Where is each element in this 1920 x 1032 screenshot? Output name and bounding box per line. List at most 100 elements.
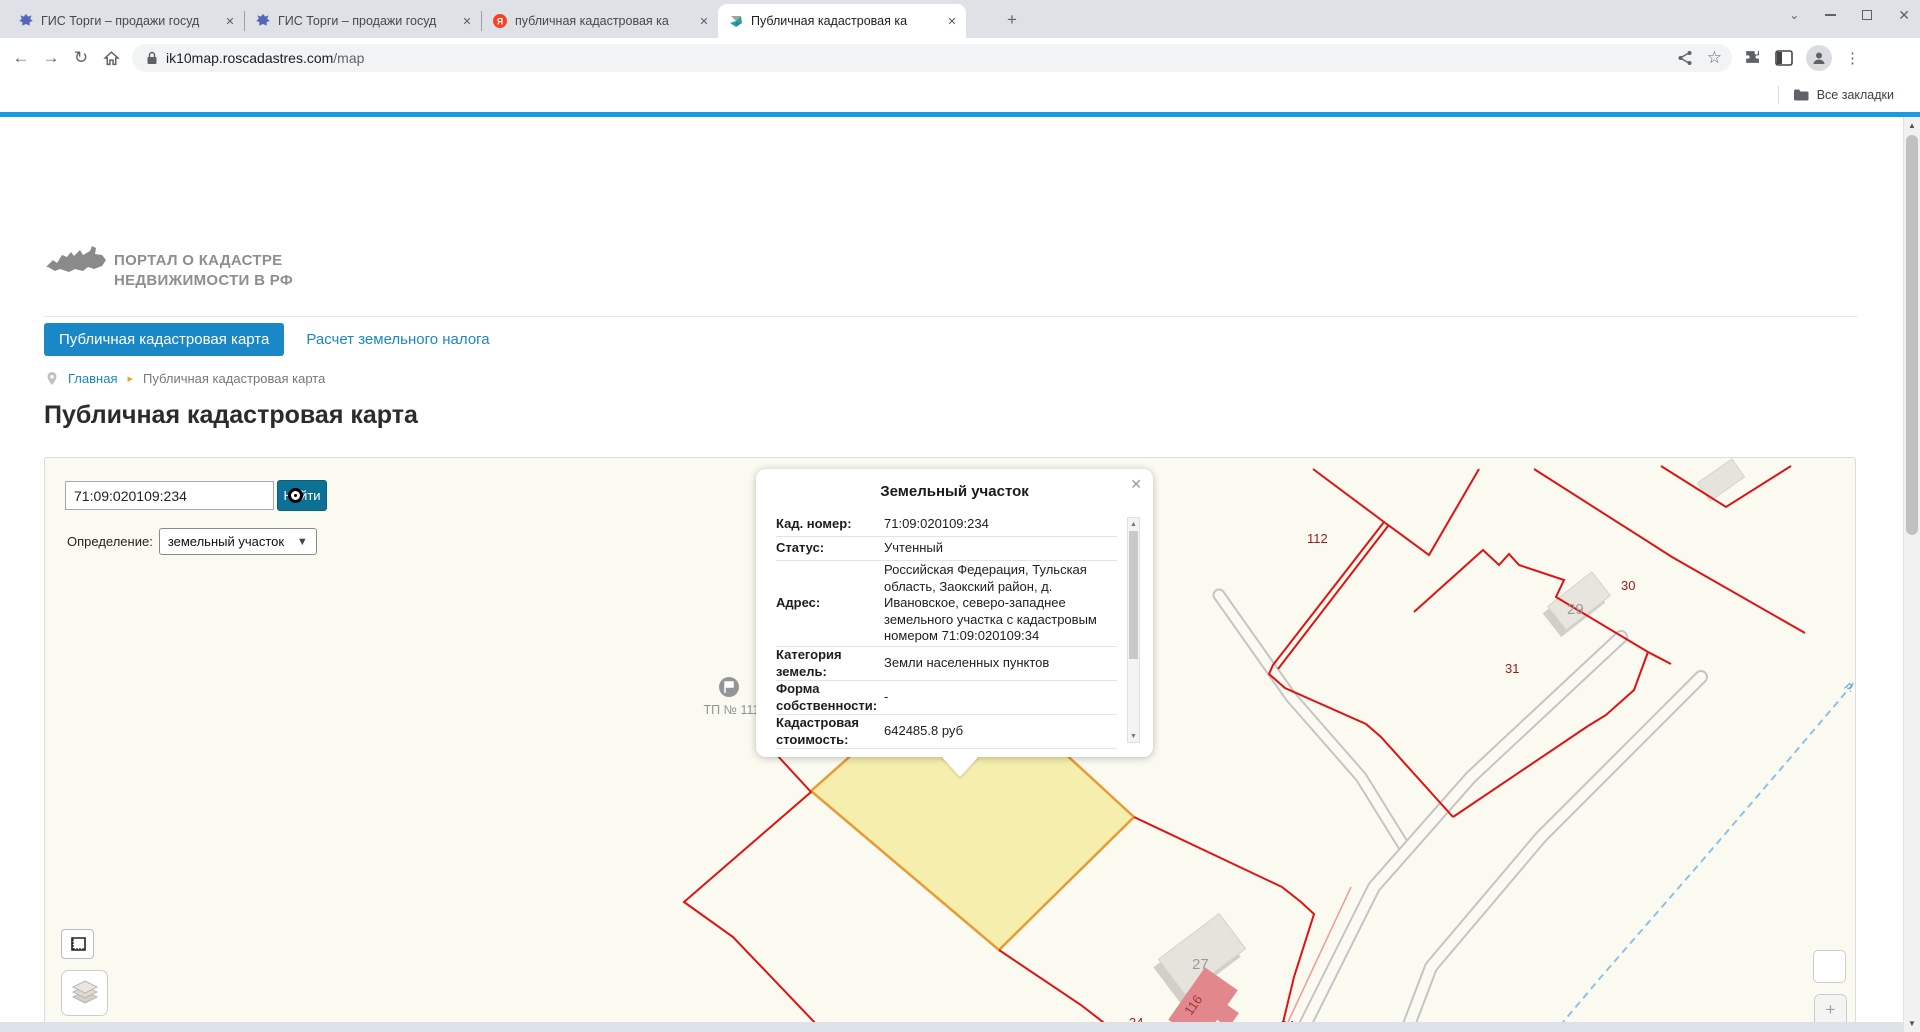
forward-icon[interactable]: → xyxy=(36,43,66,73)
browser-tabstrip: ГИС Торги – продажи госуд ✕ ГИС Торги – … xyxy=(0,0,1920,38)
field-value: - xyxy=(884,686,888,709)
scroll-up-icon[interactable]: ▲ xyxy=(1904,117,1920,134)
parcel-label: 31 xyxy=(1505,661,1519,676)
url-text: ik10map.roscadastres.com/map xyxy=(166,50,1677,66)
reload-icon[interactable]: ↻ xyxy=(66,43,96,73)
yandex-icon: Я xyxy=(492,13,508,29)
river-label: р. С xyxy=(1843,680,1856,703)
window-minimize-icon[interactable] xyxy=(1825,14,1836,16)
ruler-icon xyxy=(68,936,87,953)
tab-title: Публичная кадастровая ка xyxy=(751,14,937,28)
breadcrumb-current: Публичная кадастровая карта xyxy=(143,371,325,386)
definition-label: Определение: xyxy=(67,534,153,549)
tab-land-tax-calc[interactable]: Расчет земельного налога xyxy=(306,331,489,348)
bottom-band xyxy=(0,1022,1903,1032)
address-bar[interactable]: ik10map.roscadastres.com/map ☆ xyxy=(132,44,1732,72)
tab-close-icon[interactable]: ✕ xyxy=(222,13,238,29)
building-label: 29 xyxy=(1567,601,1584,618)
all-bookmarks-label: Все закладки xyxy=(1817,88,1894,102)
header-divider xyxy=(44,316,1858,317)
field-label: Категория земель: xyxy=(776,647,884,680)
field-value: 642485.8 руб xyxy=(884,720,963,743)
tab-title: ГИС Торги – продажи госуд xyxy=(278,14,452,28)
window-close-icon[interactable]: ✕ xyxy=(1898,8,1910,22)
kebab-menu-icon[interactable]: ⋮ xyxy=(1845,49,1860,67)
mouse-cursor xyxy=(288,488,303,503)
scroll-down-icon[interactable]: ▼ xyxy=(1904,1015,1920,1032)
field-label: Адрес: xyxy=(776,595,884,611)
tab-title: ГИС Торги – продажи госуд xyxy=(41,14,215,28)
field-label: Статус: xyxy=(776,540,884,556)
popup-close-icon[interactable]: ✕ xyxy=(1130,476,1142,493)
parcel-label: 30 xyxy=(1621,578,1635,593)
popup-scroll-up-icon[interactable]: ▲ xyxy=(1128,518,1139,530)
window-chevron-icon[interactable]: ⌄ xyxy=(1789,9,1799,21)
window-maximize-icon[interactable] xyxy=(1862,10,1872,20)
breadcrumb-home-link[interactable]: Главная xyxy=(68,371,117,386)
popup-body: Кад. номер:71:09:020109:234 Статус:Учтен… xyxy=(776,513,1117,753)
field-value: Учтенный xyxy=(884,537,943,560)
cadastral-map[interactable]: 112 30 29 31 27 34 34 116 29 ТП № 1110 р… xyxy=(44,457,1856,1032)
lock-icon xyxy=(146,51,158,65)
bookmark-star-icon[interactable]: ☆ xyxy=(1707,48,1722,68)
parcel-label: 112 xyxy=(1307,531,1328,546)
tab-close-icon[interactable]: ✕ xyxy=(459,13,475,29)
measure-tool-button[interactable] xyxy=(61,929,94,959)
folder-icon xyxy=(1793,88,1809,102)
home-icon[interactable] xyxy=(96,43,126,73)
sidebar-icon[interactable] xyxy=(1775,50,1793,66)
svg-text:Я: Я xyxy=(497,17,503,27)
bookmarks-divider xyxy=(1778,86,1779,104)
tp-marker-icon xyxy=(719,677,739,697)
map-pin-icon xyxy=(46,371,58,386)
browser-tab-2[interactable]: ГИС Торги – продажи госуд ✕ xyxy=(245,4,481,38)
popup-tail xyxy=(940,755,980,777)
popup-scroll-down-icon[interactable]: ▼ xyxy=(1128,730,1139,742)
person-icon xyxy=(1811,50,1827,66)
building-label: 27 xyxy=(1192,956,1209,973)
gerb-icon xyxy=(18,13,34,29)
tab-public-cadastral-map[interactable]: Публичная кадастровая карта xyxy=(44,323,284,356)
scrollbar-thumb[interactable] xyxy=(1906,135,1918,535)
back-icon[interactable]: ← xyxy=(6,43,36,73)
field-value: Российская Федерация, Тульская область, … xyxy=(884,559,1117,648)
definition-select[interactable]: земельный участок ▼ xyxy=(159,528,317,555)
layers-icon xyxy=(70,979,100,1007)
field-label: Кад. номер: xyxy=(776,516,884,532)
breadcrumb-arrow-icon: ▸ xyxy=(127,372,133,385)
bookmarks-bar: Все закладки xyxy=(0,78,1920,112)
tab-close-icon[interactable]: ✕ xyxy=(696,13,712,29)
popup-scrollbar-thumb[interactable] xyxy=(1129,531,1138,659)
new-tab-button[interactable]: + xyxy=(1000,8,1024,32)
gerb-icon xyxy=(255,13,271,29)
popup-scrollbar[interactable]: ▲ ▼ xyxy=(1127,517,1140,743)
tab-close-icon[interactable]: ✕ xyxy=(944,13,960,29)
page-scrollbar[interactable]: ▲ ▼ xyxy=(1903,117,1920,1032)
building-topright xyxy=(1697,459,1744,501)
parcel-info-popup: Земельный участок ✕ Кад. номер:71:09:020… xyxy=(756,469,1153,757)
page-content: ПОРТАЛ О КАДАСТРЕ НЕДВИЖИМОСТИ В РФ Публ… xyxy=(0,117,1920,1022)
field-label: Кадастровая стоимость: xyxy=(776,715,884,748)
tab-title: публичная кадастровая ка xyxy=(515,14,689,28)
chevron-down-icon: ▼ xyxy=(297,536,308,548)
browser-toolbar: ← → ↻ ik10map.roscadastres.com/map ☆ ⋮ xyxy=(0,38,1920,78)
layers-button[interactable] xyxy=(61,970,108,1016)
all-bookmarks-button[interactable]: Все закладки xyxy=(1793,88,1894,102)
portal-title: ПОРТАЛ О КАДАСТРЕ НЕДВИЖИМОСТИ В РФ xyxy=(114,251,293,292)
browser-tab-active[interactable]: Публичная кадастровая ка ✕ xyxy=(718,4,966,38)
map-extra-button[interactable] xyxy=(1813,950,1846,983)
browser-tab-1[interactable]: ГИС Торги – продажи госуд ✕ xyxy=(8,4,244,38)
profile-avatar[interactable] xyxy=(1806,45,1832,71)
field-value: 71:09:020109:234 xyxy=(884,513,989,536)
cadastral-search-input[interactable] xyxy=(65,481,274,510)
field-label: Форма собственности: xyxy=(776,681,884,714)
field-value: Земли населенных пунктов xyxy=(884,652,1049,675)
extensions-puzzle-icon[interactable] xyxy=(1744,49,1762,67)
share-icon[interactable] xyxy=(1677,50,1693,66)
pkk-icon xyxy=(728,13,744,29)
popup-title: Земельный участок xyxy=(756,469,1153,500)
portal-logo-russia-map-icon xyxy=(42,239,112,287)
breadcrumb: Главная ▸ Публичная кадастровая карта xyxy=(46,371,325,386)
browser-tab-3[interactable]: Я публичная кадастровая ка ✕ xyxy=(482,4,718,38)
page-title: Публичная кадастровая карта xyxy=(44,401,418,430)
